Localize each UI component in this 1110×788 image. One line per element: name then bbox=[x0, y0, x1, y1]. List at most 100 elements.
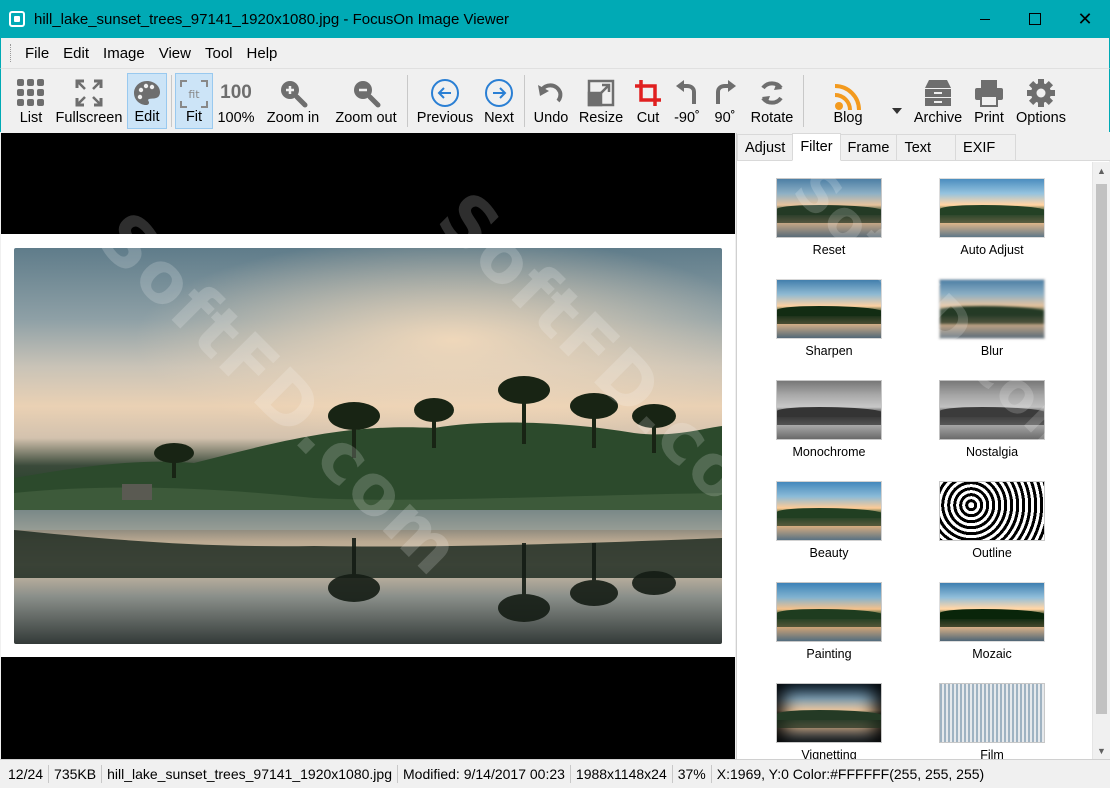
arrow-right-circle-icon bbox=[483, 77, 515, 109]
filter-nostalgia[interactable]: Nostalgia bbox=[932, 380, 1052, 459]
image-viewer[interactable]: SoftFD.com SoftFD.com bbox=[1, 133, 735, 759]
menu-edit[interactable]: Edit bbox=[56, 45, 96, 62]
filter-label: Nostalgia bbox=[965, 445, 1019, 459]
archive-button[interactable]: Archive bbox=[911, 73, 965, 129]
filter-list: Reset Auto Adjust Sharpen Blur Monochrom… bbox=[737, 162, 1084, 759]
filter-monochrome[interactable]: Monochrome bbox=[769, 380, 889, 459]
menu-tool[interactable]: Tool bbox=[198, 45, 240, 62]
menu-view[interactable]: View bbox=[152, 45, 198, 62]
undo-label: Undo bbox=[533, 110, 569, 126]
actual-size-button[interactable]: 100 100% bbox=[216, 73, 256, 129]
undo-button[interactable]: Undo bbox=[531, 73, 571, 129]
edit-button[interactable]: Edit bbox=[127, 73, 167, 129]
rotate-left-icon bbox=[671, 77, 703, 109]
filter-reset[interactable]: Reset bbox=[769, 178, 889, 257]
filter-painting[interactable]: Painting bbox=[769, 582, 889, 661]
photo-frame bbox=[1, 234, 735, 657]
menu-file[interactable]: File bbox=[18, 45, 56, 62]
rss-icon bbox=[832, 81, 864, 113]
scroll-thumb[interactable] bbox=[1096, 184, 1107, 714]
filter-film[interactable]: Film bbox=[932, 683, 1052, 759]
zoom-in-icon bbox=[277, 77, 309, 109]
scroll-up-icon[interactable]: ▲ bbox=[1093, 162, 1110, 179]
filter-thumbnail bbox=[776, 380, 882, 440]
previous-button[interactable]: Previous bbox=[414, 73, 476, 129]
filter-thumbnail bbox=[776, 279, 882, 339]
tab-filter[interactable]: Filter bbox=[792, 133, 841, 161]
menu-help[interactable]: Help bbox=[240, 45, 285, 62]
minimize-button[interactable] bbox=[960, 0, 1010, 38]
close-button[interactable]: ✕ bbox=[1060, 0, 1110, 38]
filter-thumbnail bbox=[776, 481, 882, 541]
menu-grip bbox=[10, 44, 13, 62]
filter-label: Blur bbox=[980, 344, 1004, 358]
filter-vignetting[interactable]: Vignetting bbox=[769, 683, 889, 759]
zoom-out-label: Zoom out bbox=[335, 110, 397, 126]
filter-beauty[interactable]: Beauty bbox=[769, 481, 889, 560]
filter-mozaic[interactable]: Mozaic bbox=[932, 582, 1052, 661]
rotate-button[interactable]: Rotate bbox=[748, 73, 796, 129]
filter-thumbnail bbox=[939, 279, 1045, 339]
print-label: Print bbox=[974, 110, 1004, 126]
blog-button[interactable]: Blog bbox=[824, 73, 872, 129]
rotate-left-button[interactable]: -90˚ bbox=[671, 73, 703, 129]
next-label: Next bbox=[484, 110, 514, 126]
panel-tabs: Adjust Filter Frame Text EXIF bbox=[737, 133, 1110, 161]
next-button[interactable]: Next bbox=[480, 73, 518, 129]
cut-label: Cut bbox=[636, 110, 660, 126]
menu-image[interactable]: Image bbox=[96, 45, 152, 62]
print-button[interactable]: Print bbox=[971, 73, 1007, 129]
rotate-right-label: 90˚ bbox=[714, 110, 736, 126]
undo-icon bbox=[535, 77, 567, 109]
filter-sharpen[interactable]: Sharpen bbox=[769, 279, 889, 358]
toolbar: List Fullscreen Edit fit Fit 100 100% Zo… bbox=[0, 68, 1110, 132]
tab-text[interactable]: Text bbox=[896, 134, 957, 160]
options-button[interactable]: Options bbox=[1012, 73, 1070, 129]
filter-thumbnail bbox=[939, 178, 1045, 238]
filter-label: Painting bbox=[806, 647, 852, 661]
fullscreen-icon bbox=[73, 77, 105, 109]
resize-button[interactable]: Resize bbox=[578, 73, 624, 129]
filter-label: Beauty bbox=[809, 546, 849, 560]
filter-outline[interactable]: Outline bbox=[932, 481, 1052, 560]
previous-label: Previous bbox=[416, 110, 474, 126]
filter-auto-adjust[interactable]: Auto Adjust bbox=[932, 178, 1052, 257]
fit-button[interactable]: fit Fit bbox=[175, 73, 213, 129]
filter-thumbnail bbox=[776, 582, 882, 642]
zoom-in-button[interactable]: Zoom in bbox=[263, 73, 323, 129]
scroll-down-icon[interactable]: ▼ bbox=[1093, 742, 1110, 759]
filter-scrollbar[interactable]: ▲ ▼ bbox=[1092, 162, 1109, 759]
filter-blur[interactable]: Blur bbox=[932, 279, 1052, 358]
filter-label: Auto Adjust bbox=[960, 243, 1024, 257]
status-pixel-info: X:1969, Y:0 Color:#FFFFFF(255, 255, 255) bbox=[716, 766, 985, 782]
printer-icon bbox=[973, 77, 1005, 109]
gear-icon bbox=[1025, 77, 1057, 109]
toolbar-separator bbox=[407, 75, 408, 127]
options-label: Options bbox=[1016, 110, 1066, 126]
status-dimensions: 1988x1148x24 bbox=[571, 765, 673, 783]
tab-frame[interactable]: Frame bbox=[839, 134, 898, 160]
fit-icon: fit bbox=[178, 78, 210, 110]
title-bar: hill_lake_sunset_trees_97141_1920x1080.j… bbox=[0, 0, 1110, 38]
rotate-right-button[interactable]: 90˚ bbox=[709, 73, 741, 129]
actual-size-label: 100% bbox=[217, 110, 255, 126]
zoom-out-icon bbox=[350, 77, 382, 109]
fit-label: Fit bbox=[185, 109, 203, 125]
list-label: List bbox=[19, 110, 43, 126]
status-bar: 12/24 735KB hill_lake_sunset_trees_97141… bbox=[0, 759, 1110, 788]
window-controls: ✕ bbox=[960, 0, 1110, 38]
rotate-icon bbox=[756, 77, 788, 109]
cut-button[interactable]: Cut bbox=[631, 73, 665, 129]
maximize-button[interactable] bbox=[1010, 0, 1060, 38]
list-button[interactable]: List bbox=[11, 73, 51, 129]
arrow-left-circle-icon bbox=[429, 77, 461, 109]
window-title: hill_lake_sunset_trees_97141_1920x1080.j… bbox=[34, 10, 510, 28]
fullscreen-button[interactable]: Fullscreen bbox=[55, 73, 123, 129]
filter-label: Mozaic bbox=[972, 647, 1012, 661]
tab-adjust[interactable]: Adjust bbox=[737, 134, 794, 160]
close-icon: ✕ bbox=[1077, 9, 1093, 29]
filter-thumbnail bbox=[776, 178, 882, 238]
tab-exif[interactable]: EXIF bbox=[955, 134, 1017, 160]
zoom-out-button[interactable]: Zoom out bbox=[330, 73, 402, 129]
blog-dropdown-button[interactable] bbox=[889, 73, 905, 129]
